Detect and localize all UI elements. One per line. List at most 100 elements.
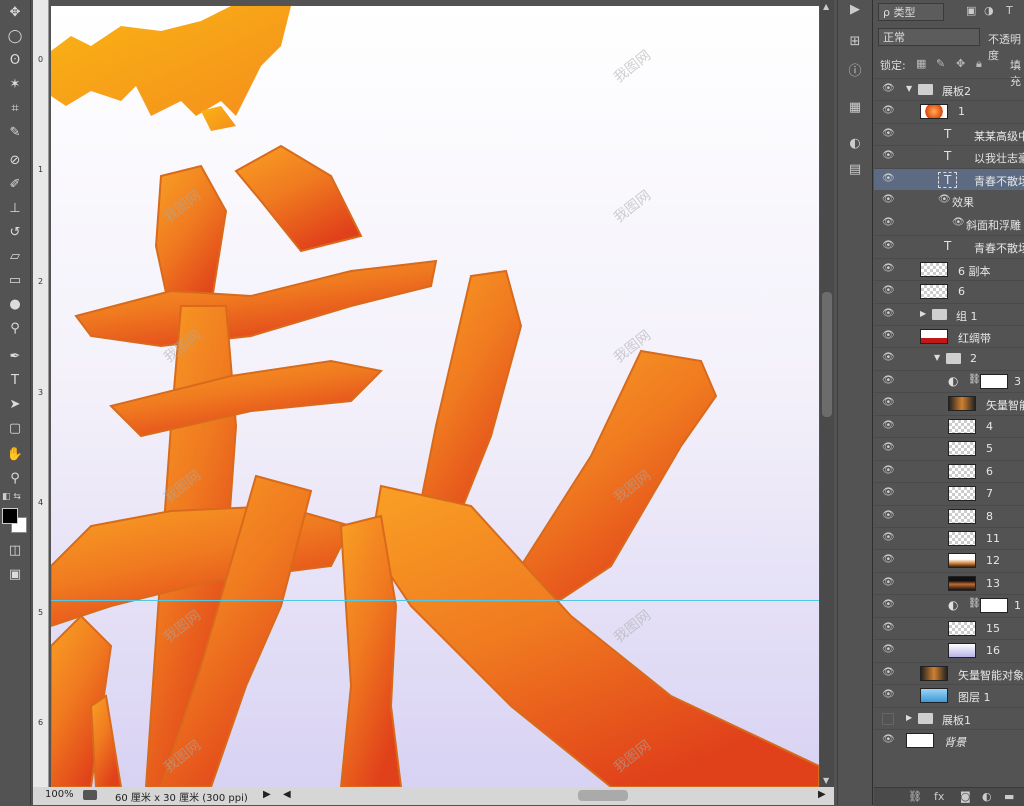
visibility-eye-icon[interactable]: 👁︎ xyxy=(882,645,895,655)
visibility-eye-icon[interactable]: 👁︎ xyxy=(882,375,895,386)
expand-down-icon[interactable]: ▼ xyxy=(934,353,940,362)
layer-row[interactable]: 👁︎ ▼ 展板2 xyxy=(874,78,1024,100)
new-adjustment-icon[interactable]: ◐ xyxy=(982,790,992,803)
lock-position-icon[interactable]: ✥ xyxy=(956,57,965,70)
visibility-eye-icon[interactable]: 👁︎ xyxy=(882,353,895,363)
magic-wand-icon[interactable]: ✶ xyxy=(4,74,26,94)
move-icon[interactable]: ✥ xyxy=(4,2,26,22)
crop-icon[interactable]: ⌗ xyxy=(4,98,26,118)
visibility-eye-icon[interactable]: 👁︎ xyxy=(882,217,895,228)
effect-eye-icon[interactable]: 👁︎ xyxy=(952,217,965,228)
mask-link-icon[interactable]: ⛓ xyxy=(968,374,981,385)
visibility-eye-icon[interactable]: 👁︎ xyxy=(882,667,895,678)
blend-mode-dropdown[interactable]: 正常 xyxy=(878,28,980,46)
history-icon[interactable]: ⊞ xyxy=(846,32,864,50)
layer-filter-dropdown[interactable]: ρ 类型 xyxy=(878,3,944,21)
expand-right-icon[interactable]: ▶ xyxy=(920,309,926,318)
visibility-eye-icon[interactable]: 👁︎ xyxy=(882,128,895,139)
filter-adjust-icon[interactable]: ◑ xyxy=(984,4,994,17)
lasso-icon[interactable]: ʘ xyxy=(4,50,26,70)
zoom-icon[interactable]: ⚲ xyxy=(4,468,26,488)
scroll-left-icon[interactable]: ◀ xyxy=(283,789,291,800)
layer-row[interactable]: 👁︎ 6 xyxy=(874,459,1024,482)
visibility-eye-icon[interactable]: 👁︎ xyxy=(882,398,895,408)
history-brush-icon[interactable]: ↺ xyxy=(4,222,26,242)
visibility-eye-icon[interactable]: 👁︎ xyxy=(882,263,895,274)
info-icon[interactable]: ⓘ xyxy=(846,60,864,79)
new-group-icon[interactable]: ▬ xyxy=(1004,790,1014,803)
fx-icon[interactable]: fx xyxy=(934,790,944,803)
styles-icon[interactable]: ▤ xyxy=(846,160,864,178)
visibility-eye-icon[interactable]: 👁︎ xyxy=(882,151,895,161)
visibility-eye-icon[interactable]: 👁︎ xyxy=(882,106,895,116)
filter-image-icon[interactable]: ▣ xyxy=(966,4,976,17)
layer-row[interactable]: 👁︎ 背景 xyxy=(874,729,1024,751)
path-selection-icon[interactable]: ➤ xyxy=(4,394,26,414)
layer-row[interactable]: 👁︎ 6 副本 xyxy=(874,257,1024,280)
add-mask-icon[interactable]: ◙ xyxy=(960,790,971,803)
visibility-eye-icon[interactable]: 👁︎ xyxy=(882,420,895,431)
clone-stamp-icon[interactable]: ⊥ xyxy=(4,198,26,218)
layer-row[interactable]: 👁︎ ▼ 2 xyxy=(874,347,1024,369)
scroll-up-icon[interactable]: ▲ xyxy=(823,2,829,11)
brush-icon[interactable]: ✐ xyxy=(4,174,26,194)
layer-row[interactable]: 👁︎ ▶ 组 1 xyxy=(874,302,1024,325)
visibility-eye-icon[interactable]: 👁︎ xyxy=(882,533,895,543)
visibility-eye-icon[interactable]: 👁︎ xyxy=(882,308,895,319)
layer-row[interactable]: 👁︎ 5 xyxy=(874,437,1024,459)
visibility-eye-icon[interactable]: 👁︎ xyxy=(882,195,895,205)
visibility-eye-icon[interactable]: 👁︎ xyxy=(882,510,895,521)
layer-row[interactable]: 👁︎ ◐ ⛓ 3 xyxy=(874,369,1024,392)
eyedropper-icon[interactable]: ✎ xyxy=(4,122,26,142)
layer-row[interactable]: 👁︎ T 某某高级中学 xyxy=(874,122,1024,145)
link-layers-icon[interactable]: ⛓ xyxy=(908,790,922,803)
visibility-eye-icon[interactable]: 👁︎ xyxy=(882,443,895,453)
eraser-icon[interactable]: ▱ xyxy=(4,246,26,266)
pen-icon[interactable]: ✒ xyxy=(4,346,26,366)
visibility-eye-icon[interactable]: 👁︎ xyxy=(882,84,895,94)
dodge-icon[interactable]: ⚲ xyxy=(4,318,26,338)
layer-row[interactable]: 👁︎ 11 xyxy=(874,527,1024,549)
document-canvas[interactable]: 我图网 我图网 我图网 我图网 我图网 我图网 我图网 我图网 我图网 我图网 … xyxy=(51,6,819,787)
scroll-down-icon[interactable]: ▼ xyxy=(823,776,829,785)
visibility-eye-icon[interactable]: 👁︎ xyxy=(882,241,895,251)
mask-link-icon[interactable]: ⛓ xyxy=(968,598,981,609)
effect-eye-icon[interactable]: 👁︎ xyxy=(938,195,951,205)
layer-row[interactable]: 👁︎ 16 xyxy=(874,639,1024,661)
gradient-icon[interactable]: ▭ xyxy=(4,270,26,290)
screen-mode-icon[interactable]: ▣ xyxy=(4,564,26,584)
visibility-eye-icon[interactable]: 👁︎ xyxy=(882,173,895,184)
expand-down-icon[interactable]: ▼ xyxy=(906,84,912,93)
layer-row[interactable]: 👁︎ 矢量智能对象 xyxy=(874,392,1024,414)
visibility-eye-icon[interactable]: 👁︎ xyxy=(882,286,895,296)
layer-row[interactable]: 👁︎ 4 xyxy=(874,414,1024,437)
visibility-eye-icon[interactable]: 👁︎ xyxy=(882,622,895,633)
visibility-eye-icon[interactable]: 👁︎ xyxy=(882,330,895,341)
layer-mask-thumbnail[interactable] xyxy=(980,598,1008,614)
layer-row[interactable]: 👁︎ 12 xyxy=(874,549,1024,571)
layer-row[interactable]: 👁︎ 红绸带 xyxy=(874,324,1024,347)
layer-row[interactable]: ▶ 展板1 xyxy=(874,706,1024,729)
layer-row[interactable]: 👁︎ 15 xyxy=(874,616,1024,639)
quick-mask-icon[interactable]: ◫ xyxy=(4,540,26,560)
swatches-icon[interactable]: ▦ xyxy=(846,98,864,116)
visibility-eye-icon[interactable]: 👁︎ xyxy=(882,488,895,498)
layer-row[interactable]: 👁︎ 6 xyxy=(874,280,1024,302)
layer-row[interactable]: 👁︎ T 以我壮志豪情 xyxy=(874,145,1024,167)
lock-pixels-icon[interactable]: ✎ xyxy=(936,57,945,70)
horizontal-scroll-thumb[interactable] xyxy=(578,790,628,801)
lock-transparent-icon[interactable]: ▦ xyxy=(916,57,926,70)
foreground-color-swatch[interactable] xyxy=(2,508,18,524)
vertical-scroll-thumb[interactable] xyxy=(822,292,832,417)
visibility-eye-icon[interactable]: 👁︎ xyxy=(882,555,895,565)
visibility-eye-icon[interactable]: 👁︎ xyxy=(882,735,895,745)
healing-brush-icon[interactable]: ⊘ xyxy=(4,150,26,170)
marquee-icon[interactable]: ◯ xyxy=(4,26,26,46)
layer-mask-thumbnail[interactable] xyxy=(980,373,1008,389)
shape-icon[interactable]: ▢ xyxy=(4,418,26,438)
layer-row[interactable]: 👁︎ 矢量智能对象 xyxy=(874,661,1024,684)
layer-row[interactable]: 👁︎ 图层 1 xyxy=(874,684,1024,706)
visibility-eye-icon[interactable] xyxy=(882,712,894,725)
blur-icon[interactable]: ● xyxy=(4,294,26,314)
collapse-icon[interactable]: ▶ xyxy=(846,0,864,18)
